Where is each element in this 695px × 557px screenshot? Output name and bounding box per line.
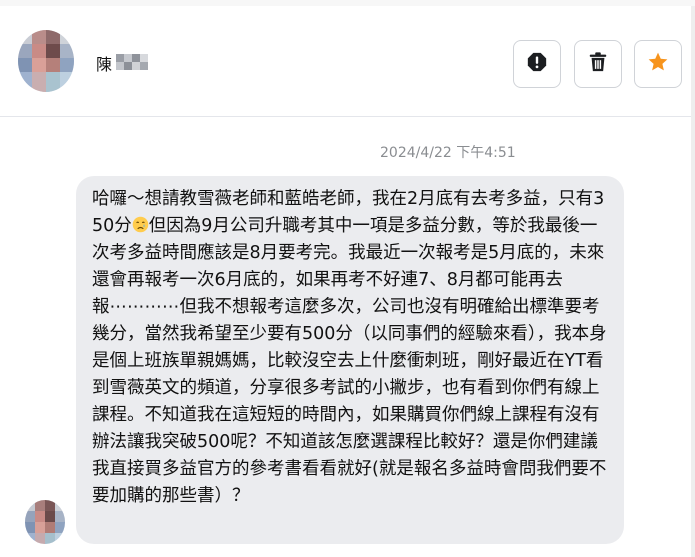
name-blur <box>116 51 156 73</box>
report-button[interactable] <box>513 40 561 88</box>
star-button[interactable] <box>634 40 682 88</box>
scrollbar[interactable] <box>691 6 695 557</box>
conversation-header: 陳 <box>0 6 695 117</box>
report-icon <box>526 51 548 77</box>
trash-icon <box>587 51 609 77</box>
message-text: 哈囉～想請教雪薇老師和藍皓老師，我在2月底有去考多益，只有350分 但因為9月公… <box>92 186 608 510</box>
message-bubble[interactable]: 哈囉～想請教雪薇老師和藍皓老師，我在2月底有去考多益，只有350分 但因為9月公… <box>76 176 624 544</box>
message-sender-avatar[interactable] <box>25 500 65 544</box>
crying-face-emoji <box>132 215 149 233</box>
message-view: 陳 2024/4/22 下午4:51 哈囉～想請教雪薇老師和藍皓老師，我在2月底… <box>0 0 695 557</box>
sender-name: 陳 <box>96 55 113 74</box>
star-icon <box>647 51 669 77</box>
message-text-part-2: 但因為9月公司升職考其中一項是多益分數，等於我最後一次考多益時間應該是8月要考完… <box>92 216 607 506</box>
sender-avatar[interactable] <box>18 30 74 92</box>
delete-button[interactable] <box>574 40 622 88</box>
message-timestamp: 2024/4/22 下午4:51 <box>380 145 516 161</box>
